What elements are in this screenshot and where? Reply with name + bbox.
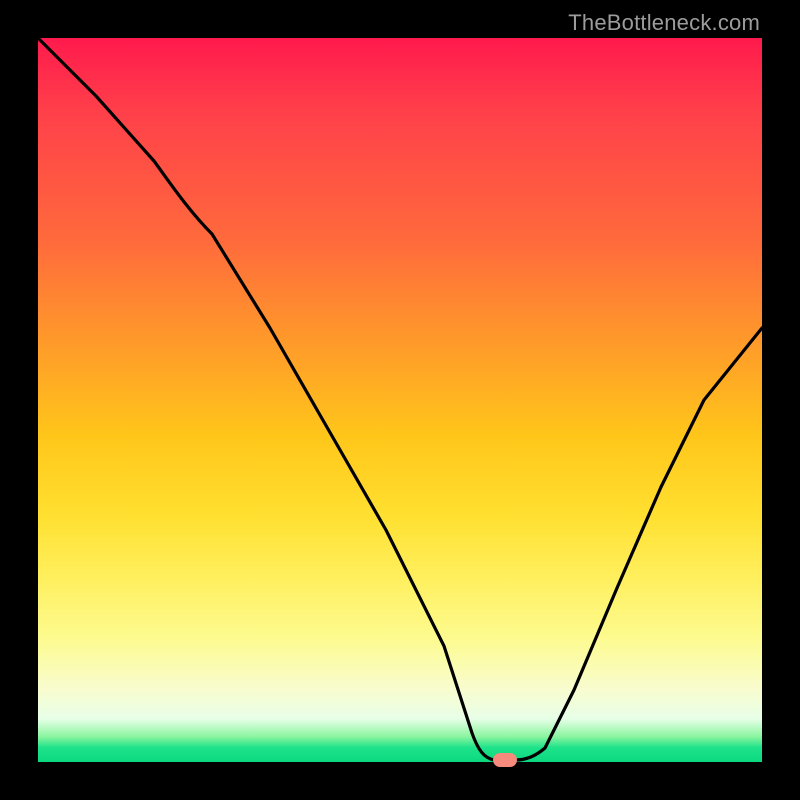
watermark-text: TheBottleneck.com [568, 10, 760, 36]
plot-area [38, 38, 762, 762]
optimal-point-marker [493, 753, 517, 767]
curve-path [38, 38, 762, 760]
bottleneck-curve [38, 38, 762, 762]
chart-frame: TheBottleneck.com [0, 0, 800, 800]
